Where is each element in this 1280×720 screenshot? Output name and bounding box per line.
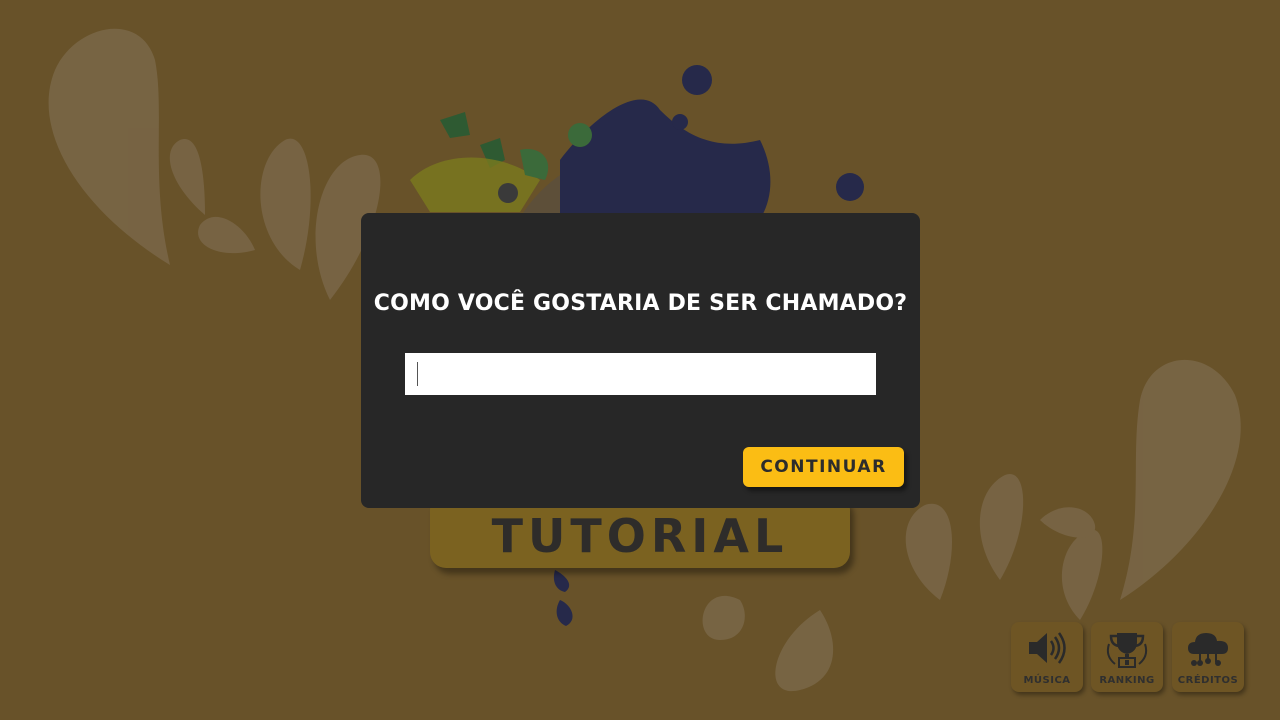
ranking-label: RANKING — [1099, 675, 1155, 686]
trophy-icon — [1106, 633, 1148, 668]
cloud-network-icon — [1188, 633, 1228, 666]
credits-button[interactable]: CRÉDITOS — [1172, 622, 1244, 692]
music-button[interactable]: MÚSICA — [1011, 622, 1083, 692]
speaker-icon — [1029, 632, 1066, 664]
music-label: MÚSICA — [1023, 675, 1071, 686]
continue-button[interactable]: CONTINUAR — [743, 447, 904, 487]
name-dialog: COMO VOCÊ GOSTARIA DE SER CHAMADO? CONTI… — [361, 213, 920, 508]
credits-label: CRÉDITOS — [1177, 675, 1239, 686]
player-name-input[interactable] — [405, 353, 876, 395]
tutorial-button-label: TUTORIAL — [491, 509, 789, 563]
ranking-button[interactable]: RANKING — [1091, 622, 1163, 692]
text-caret — [417, 362, 418, 386]
dialog-title: COMO VOCÊ GOSTARIA DE SER CHAMADO? — [373, 291, 908, 316]
